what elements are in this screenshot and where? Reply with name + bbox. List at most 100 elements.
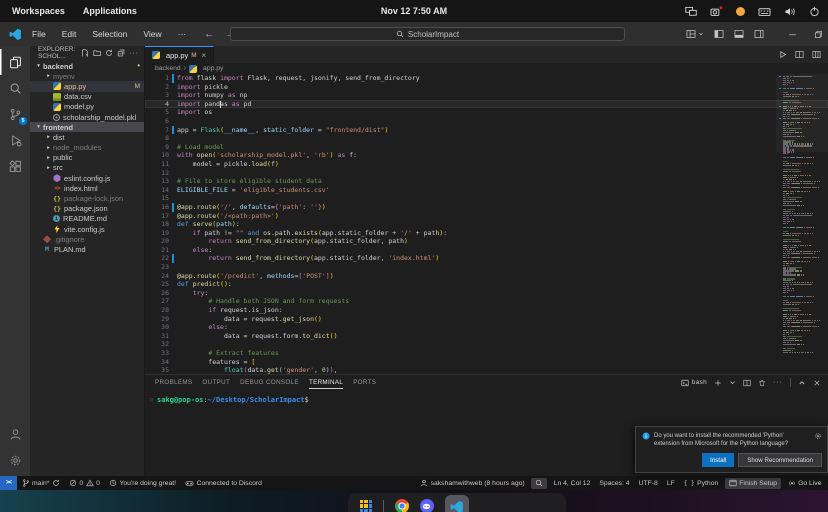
- new-file-icon[interactable]: [81, 49, 89, 57]
- show-recommendation-button[interactable]: Show Recommendation: [738, 453, 822, 467]
- code-line[interactable]: 4import pandas as pd: [145, 100, 828, 109]
- language-mode-status[interactable]: { } Python: [679, 476, 723, 490]
- split-terminal-icon[interactable]: [743, 379, 751, 387]
- code-line[interactable]: 34 features = [: [145, 358, 828, 367]
- maximize-panel-icon[interactable]: [798, 379, 806, 387]
- tab-app-py[interactable]: app.py M ×: [145, 46, 214, 63]
- tree-item--gitignore[interactable]: .gitignore: [30, 234, 144, 244]
- toggle-secondary-sidebar-icon[interactable]: [754, 29, 764, 39]
- eol-status[interactable]: LF: [662, 476, 679, 490]
- menu-selection[interactable]: Selection: [90, 28, 129, 40]
- code-line[interactable]: 22 return send_from_directory(app.static…: [145, 254, 828, 263]
- go-live-button[interactable]: Go Live: [783, 476, 826, 490]
- app-grid-icon[interactable]: [360, 500, 372, 512]
- tree-item-app-py[interactable]: app.pyM: [30, 81, 144, 91]
- breadcrumb-item-app-py[interactable]: app.py: [203, 65, 223, 72]
- power-icon[interactable]: [809, 6, 820, 17]
- code-line[interactable]: 26 try:: [145, 289, 828, 298]
- code-line[interactable]: 15: [145, 194, 828, 203]
- tree-item-plan-md[interactable]: MPLAN.md: [30, 244, 144, 254]
- code-line[interactable]: 8: [145, 134, 828, 143]
- problems-status[interactable]: 0 0: [64, 476, 104, 490]
- restore-button[interactable]: [814, 30, 823, 39]
- code-line[interactable]: 16@app.route('/', defaults={'path': ''}): [145, 203, 828, 212]
- extensions-icon[interactable]: [0, 153, 30, 179]
- tree-item-index-html[interactable]: <>index.html: [30, 183, 144, 193]
- tree-item-readme-md[interactable]: iREADME.md: [30, 214, 144, 224]
- run-button[interactable]: [778, 50, 787, 59]
- indentation-status[interactable]: Spaces: 4: [595, 476, 634, 490]
- tree-item-vite-config-js[interactable]: vite.config.js: [30, 224, 144, 234]
- collapse-all-icon[interactable]: [117, 49, 125, 57]
- code-line[interactable]: 11 model = pickle.load(f): [145, 160, 828, 169]
- volume-icon[interactable]: [784, 6, 796, 17]
- code-line[interactable]: 18def serve(path):: [145, 220, 828, 229]
- code-line[interactable]: 12: [145, 169, 828, 178]
- tree-item-node-modules[interactable]: ▸node_modules: [30, 143, 144, 153]
- chrome-icon[interactable]: [395, 499, 409, 512]
- command-center-search[interactable]: ScholarImpact: [230, 27, 625, 41]
- tree-item-frontend[interactable]: ▾frontend: [30, 122, 144, 132]
- terminal-shell-button[interactable]: bash: [681, 379, 707, 387]
- code-line[interactable]: 32: [145, 340, 828, 349]
- panel-more-icon[interactable]: ···: [773, 379, 783, 386]
- code-line[interactable]: 20 return send_from_directory(app.static…: [145, 237, 828, 246]
- workspaces-menu[interactable]: Workspaces: [12, 6, 65, 16]
- code-line[interactable]: 10with open('scholarship_model.pkl', 'rb…: [145, 151, 828, 160]
- tree-item-src[interactable]: ▸src: [30, 163, 144, 173]
- git-branch-status[interactable]: main*: [17, 476, 64, 490]
- kill-terminal-icon[interactable]: [758, 379, 766, 387]
- code-line[interactable]: 33 # Extract features: [145, 349, 828, 358]
- tree-item-data-csv[interactable]: data.csv: [30, 92, 144, 102]
- panel-tab-problems[interactable]: PROBLEMS: [155, 377, 192, 389]
- nav-back-icon[interactable]: ←: [204, 29, 214, 40]
- code-line[interactable]: 14ELIGIBLE_FILE = 'eligible_students.csv…: [145, 186, 828, 195]
- install-button[interactable]: Install: [702, 453, 734, 467]
- source-control-icon[interactable]: 5: [0, 101, 30, 127]
- remote-indicator[interactable]: ><: [0, 476, 17, 490]
- search-sidebar-icon[interactable]: [0, 75, 30, 101]
- code-line[interactable]: 5import os: [145, 108, 828, 117]
- code-line[interactable]: 19 if path != "" and os.path.exists(app.…: [145, 229, 828, 238]
- discord-status[interactable]: Connected to Discord: [181, 476, 267, 490]
- breadcrumb-item-backend[interactable]: backend: [155, 65, 181, 72]
- new-terminal-icon[interactable]: [714, 379, 722, 387]
- refresh-icon[interactable]: [105, 49, 113, 57]
- editor-layout-button[interactable]: [812, 50, 821, 59]
- code-line[interactable]: 24@app.route('/predict', methods=['POST'…: [145, 272, 828, 281]
- code-line[interactable]: 35 float(data.get('gender', 0)),: [145, 366, 828, 374]
- account-icon[interactable]: [0, 421, 30, 447]
- encoding-status[interactable]: UTF-8: [634, 476, 662, 490]
- customize-layout-icon[interactable]: [686, 29, 704, 39]
- menu-more[interactable]: ···: [176, 28, 189, 40]
- menu-view[interactable]: View: [141, 28, 163, 40]
- code-line[interactable]: 21 else:: [145, 246, 828, 255]
- code-line[interactable]: 27 # Handle both JSON and form requests: [145, 297, 828, 306]
- motivation-status[interactable]: You're doing great!: [104, 476, 180, 490]
- tree-item-dist[interactable]: ▸dist: [30, 132, 144, 142]
- close-panel-icon[interactable]: [813, 379, 821, 387]
- tree-item-eslint-config-js[interactable]: eslint.config.js: [30, 173, 144, 183]
- tree-item-myenv[interactable]: ▸myenv: [30, 71, 144, 81]
- toggle-sidebar-icon[interactable]: [714, 29, 724, 39]
- terminal-dropdown-icon[interactable]: [729, 379, 736, 386]
- menu-edit[interactable]: Edit: [60, 28, 79, 40]
- vscode-dock-icon[interactable]: [445, 495, 469, 512]
- toggle-panel-icon[interactable]: [734, 29, 744, 39]
- code-line[interactable]: 9# Load model: [145, 143, 828, 152]
- code-line[interactable]: 23: [145, 263, 828, 272]
- run-debug-icon[interactable]: [0, 127, 30, 153]
- tree-item-backend[interactable]: ▾backend•: [30, 61, 144, 71]
- code-line[interactable]: 29 data = request.get_json(): [145, 315, 828, 324]
- code-line[interactable]: 7app = Flask(__name__, static_folder = "…: [145, 126, 828, 135]
- notification-settings-icon[interactable]: [814, 432, 822, 440]
- git-blame-status[interactable]: sakshamwithweb (8 hours ago): [416, 476, 530, 490]
- tab-close-icon[interactable]: ×: [202, 51, 207, 60]
- explorer-icon[interactable]: [0, 49, 30, 75]
- code-line[interactable]: 3import numpy as np: [145, 91, 828, 100]
- settings-gear-icon[interactable]: [0, 447, 30, 473]
- tree-item-scholarship-model-pkl[interactable]: scholarship_model.pkl: [30, 112, 144, 122]
- tree-item-package-lock-json[interactable]: {}package-lock.json: [30, 193, 144, 203]
- code-line[interactable]: 28 if request.is_json:: [145, 306, 828, 315]
- code-editor[interactable]: 1from flask import Flask, request, jsoni…: [145, 74, 828, 374]
